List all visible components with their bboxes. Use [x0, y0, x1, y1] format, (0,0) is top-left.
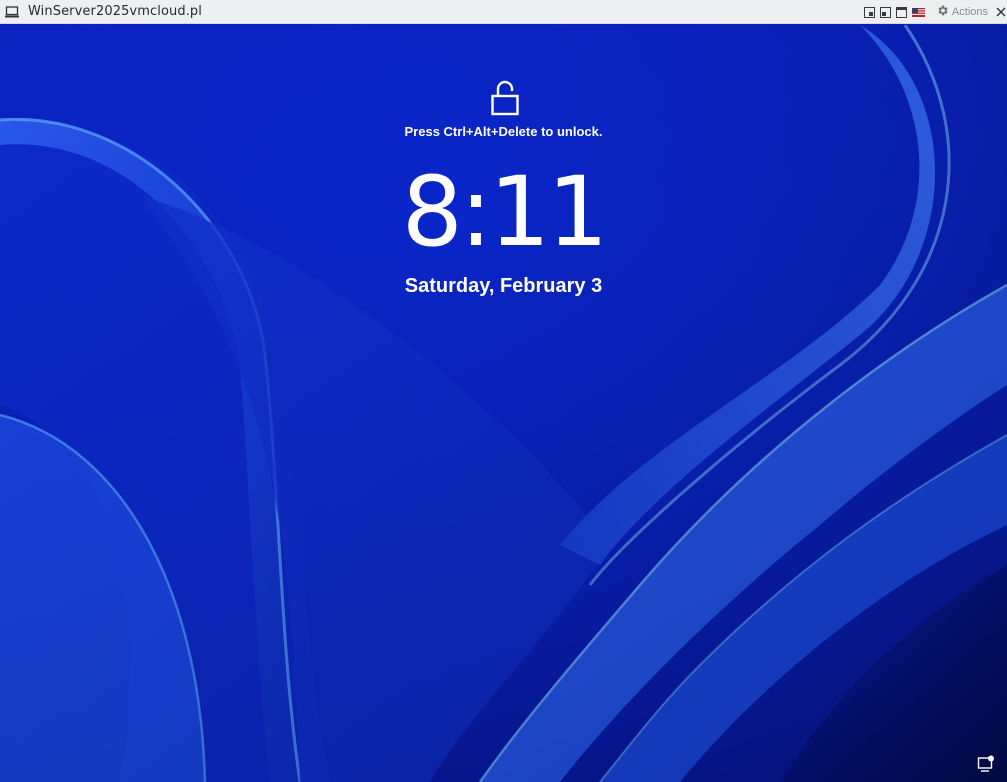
actions-menu[interactable]: Actions — [936, 4, 988, 20]
window-title: WinServer2025vmcloud.pl — [28, 4, 202, 19]
window-titlebar: WinServer2025vmcloud.pl Actions — [0, 0, 1007, 24]
clock-date: Saturday, February 3 — [404, 275, 603, 297]
gear-icon — [936, 4, 949, 20]
actions-label: Actions — [951, 6, 988, 18]
clock-time: 8:11 — [401, 156, 609, 268]
unlock-icon — [491, 80, 519, 116]
keyboard-layout-flag-icon[interactable] — [911, 7, 925, 18]
fit-guest-icon[interactable] — [879, 6, 891, 18]
unlock-hint: Press Ctrl+Alt+Delete to unlock. — [404, 124, 603, 139]
toolbar-right: Actions — [863, 0, 1007, 24]
lock-screen[interactable]: Press Ctrl+Alt+Delete to unlock. 8:11 Sa… — [0, 25, 1007, 782]
close-icon[interactable] — [995, 5, 1007, 19]
fullscreen-icon[interactable] — [895, 6, 907, 18]
network-icon[interactable] — [977, 755, 995, 773]
computer-icon — [5, 5, 19, 18]
fit-window-icon[interactable] — [863, 6, 875, 18]
